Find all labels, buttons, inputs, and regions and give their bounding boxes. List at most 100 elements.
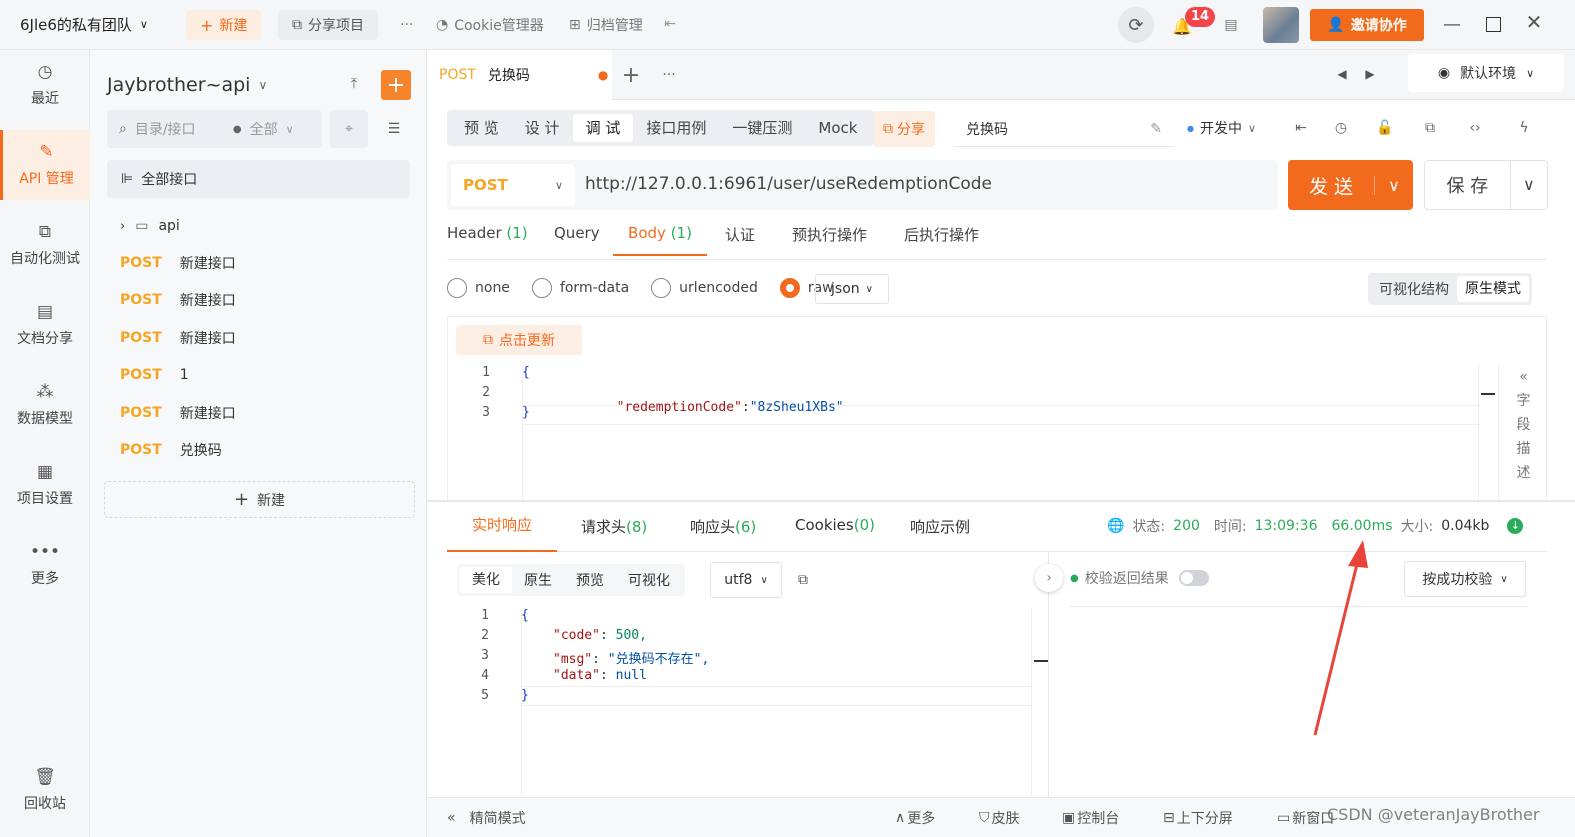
tab-auth[interactable]: 认证 bbox=[725, 224, 755, 245]
copy-icon[interactable]: ⧉ bbox=[793, 570, 813, 590]
all-apis-item[interactable]: ⊫ 全部接口 bbox=[107, 160, 410, 198]
tab-realtime-response[interactable]: 实时响应 bbox=[447, 502, 557, 552]
view-visual[interactable]: 可视化 bbox=[616, 570, 682, 590]
visual-mode-button[interactable]: 可视化结构 bbox=[1371, 279, 1457, 299]
close-icon[interactable]: ✕ bbox=[1522, 10, 1546, 34]
minimize-icon[interactable]: — bbox=[1440, 12, 1464, 36]
validate-switch[interactable] bbox=[1178, 570, 1209, 586]
add-button[interactable]: + bbox=[381, 70, 411, 100]
sidebar-item-data-model[interactable]: ⁂ 数据模型 bbox=[0, 370, 90, 440]
tab-query[interactable]: Query bbox=[554, 224, 600, 242]
tab-next-icon[interactable]: ▶ bbox=[1361, 65, 1379, 83]
validate-mode-select[interactable]: 按成功校验 ∨ bbox=[1404, 561, 1526, 597]
api-item[interactable]: POST 新建接口 bbox=[120, 251, 236, 275]
console-button[interactable]: ▣ 控制台 bbox=[1062, 808, 1119, 828]
sidebar-item-recent[interactable]: ◷ 最近 bbox=[0, 50, 90, 120]
sidebar-item-doc-share[interactable]: ▤ 文档分享 bbox=[0, 290, 90, 360]
more-button[interactable]: ∧ 更多 bbox=[895, 808, 935, 828]
status-select[interactable]: ● 开发中 ∨ bbox=[1187, 118, 1256, 138]
lightning-icon[interactable]: ϟ bbox=[1514, 118, 1534, 138]
tab-mock[interactable]: Mock bbox=[805, 114, 870, 142]
outline-icon[interactable]: ⇤ bbox=[1291, 118, 1311, 138]
sidebar-item-automation[interactable]: ⧉ 自动化测试 bbox=[0, 210, 90, 280]
notes-icon[interactable]: ▤ bbox=[1220, 14, 1242, 36]
search-input[interactable]: ⌕ 目录/接口 ● 全部 ∨ bbox=[107, 110, 322, 148]
collapse-all-icon[interactable]: ☰ bbox=[378, 110, 410, 148]
new-button[interactable]: + 新建 bbox=[186, 10, 262, 40]
avatar[interactable] bbox=[1263, 7, 1299, 43]
tab-header[interactable]: Header (1) bbox=[447, 224, 528, 242]
chevron-down-icon[interactable]: ∨ bbox=[1374, 175, 1413, 195]
tab-pre-script[interactable]: 预执行操作 bbox=[792, 224, 867, 245]
api-item[interactable]: POST 1 bbox=[120, 363, 189, 387]
new-tab-icon[interactable]: + bbox=[619, 63, 643, 88]
response-body-editor[interactable]: 1 { 2 "code": 500, 3 "msg": "兑换码不存在", 4 … bbox=[447, 608, 1049, 796]
tab-preview[interactable]: 预 览 bbox=[451, 114, 512, 142]
view-pretty[interactable]: 美化 bbox=[460, 567, 512, 593]
project-switcher[interactable]: Jaybrother~api ∨ bbox=[107, 74, 267, 96]
sidebar-item-more[interactable]: ••• 更多 bbox=[0, 530, 90, 600]
tab-test-cases[interactable]: 接口用例 bbox=[633, 114, 719, 142]
api-item[interactable]: POST 新建接口 bbox=[120, 288, 236, 312]
chevron-right-icon[interactable]: › bbox=[1035, 564, 1063, 592]
new-api-button[interactable]: + 新建 bbox=[104, 481, 415, 518]
tab-body[interactable]: Body (1) bbox=[613, 224, 707, 256]
api-item[interactable]: POST 兑换码 bbox=[120, 438, 222, 462]
archive-button[interactable]: ⊞ 归档管理 bbox=[555, 10, 657, 40]
tab-prev-icon[interactable]: ◀ bbox=[1333, 65, 1351, 83]
view-raw[interactable]: 原生 bbox=[512, 570, 564, 590]
folder-api[interactable]: › ▭ api bbox=[120, 214, 180, 238]
environment-select[interactable]: ◉ 默认环境 ∨ bbox=[1408, 54, 1564, 92]
copy-icon[interactable]: ⧉ bbox=[1420, 118, 1440, 138]
radio-urlencoded[interactable] bbox=[651, 278, 672, 298]
compact-mode-button[interactable]: « 精简模式 bbox=[447, 808, 526, 828]
raw-mode-button[interactable]: 原生模式 bbox=[1457, 276, 1529, 302]
api-name-field[interactable]: 兑换码 ✎ bbox=[954, 111, 1174, 147]
view-preview[interactable]: 预览 bbox=[564, 570, 616, 590]
tab-design[interactable]: 设 计 bbox=[512, 114, 573, 142]
tab-response-headers[interactable]: 响应头(6) bbox=[690, 516, 756, 537]
tab-stress-test[interactable]: 一键压测 bbox=[719, 114, 805, 142]
tab-redemption[interactable]: POST 兑换码 ● bbox=[427, 50, 612, 100]
filter-select[interactable]: 全部 bbox=[250, 119, 278, 139]
radio-form-data[interactable] bbox=[531, 278, 552, 298]
sidebar-item-settings[interactable]: ▦ 项目设置 bbox=[0, 450, 90, 520]
encoding-select[interactable]: utf8 ∨ bbox=[710, 562, 782, 598]
sync-icon[interactable]: ⟳ bbox=[1118, 7, 1154, 43]
radio-raw[interactable] bbox=[779, 278, 800, 298]
api-item[interactable]: POST 新建接口 bbox=[120, 401, 236, 425]
save-button[interactable]: 保 存 ∨ bbox=[1424, 160, 1548, 210]
invite-button[interactable]: 👤 邀请协作 bbox=[1310, 9, 1424, 41]
history-icon[interactable]: ◷ bbox=[1331, 118, 1351, 138]
collapse-icon[interactable]: ⇤ bbox=[660, 14, 680, 34]
raw-format-select[interactable]: json ∨ bbox=[815, 274, 889, 304]
editor-scrollbar[interactable] bbox=[1031, 608, 1049, 796]
send-button[interactable]: 发 送 ∨ bbox=[1288, 160, 1413, 210]
tab-more-icon[interactable]: ··· bbox=[657, 63, 681, 87]
import-icon[interactable]: ⤒ bbox=[342, 72, 366, 96]
field-desc-panel[interactable]: « 字 段 描 述 bbox=[1498, 365, 1548, 503]
refresh-button[interactable]: ⧉ 点击更新 bbox=[456, 325, 582, 355]
share-project-button[interactable]: ⧉ 分享项目 bbox=[278, 10, 378, 40]
split-button[interactable]: ⊟ 上下分屏 bbox=[1163, 808, 1233, 828]
team-switcher[interactable]: 6Jle6的私有团队 ∨ bbox=[20, 14, 148, 35]
download-icon[interactable]: ↓ bbox=[1507, 518, 1524, 534]
radio-none[interactable] bbox=[447, 278, 467, 298]
editor-scrollbar[interactable] bbox=[1478, 365, 1498, 503]
api-item[interactable]: POST 新建接口 bbox=[120, 326, 236, 350]
lock-icon[interactable]: 🔓 bbox=[1375, 118, 1395, 138]
tab-cookies[interactable]: Cookies(0) bbox=[795, 516, 875, 534]
cookie-manager-button[interactable]: ◔ Cookie管理器 bbox=[422, 10, 558, 40]
maximize-icon[interactable] bbox=[1486, 17, 1501, 32]
tab-debug[interactable]: 调 试 bbox=[572, 114, 634, 142]
chevron-down-icon[interactable]: ∨ bbox=[1509, 161, 1547, 209]
tab-request-headers[interactable]: 请求头(8) bbox=[581, 516, 647, 537]
request-body-editor[interactable]: ⧉ 点击更新 1 { 2 "redemptionCode":"8zSheu1XB… bbox=[447, 316, 1548, 503]
sidebar-item-api[interactable]: ✎ API 管理 bbox=[0, 130, 90, 200]
code-icon[interactable]: ‹› bbox=[1465, 118, 1485, 138]
url-input[interactable]: http://127.0.0.1:6961/user/useRedemption… bbox=[585, 174, 992, 194]
method-select[interactable]: POST ∨ bbox=[451, 164, 575, 206]
sidebar-item-trash[interactable]: 🗑 回收站 bbox=[0, 755, 90, 825]
tab-post-script[interactable]: 后执行操作 bbox=[904, 224, 979, 245]
skin-button[interactable]: ⛉ 皮肤 bbox=[979, 808, 1020, 828]
